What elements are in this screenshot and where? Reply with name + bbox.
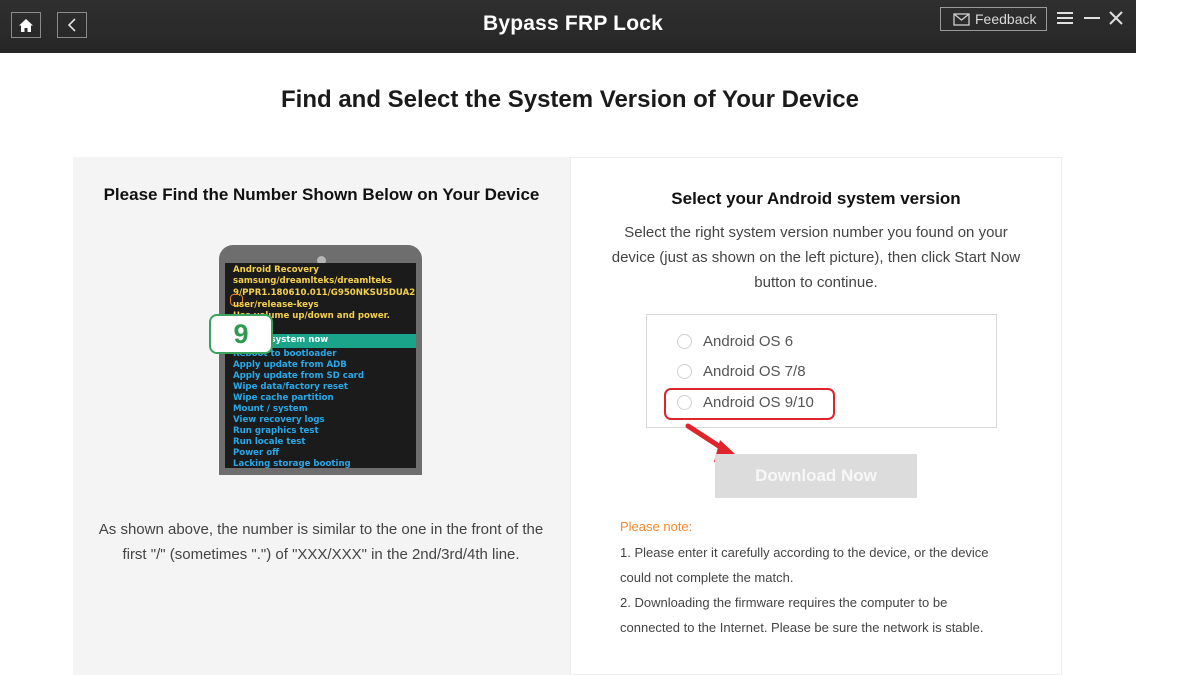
recovery-line: Mount / system [233,404,308,414]
recovery-line: Run graphics test [233,426,319,436]
phone-illustration: Android Recovery samsung/dreamlteks/drea… [219,245,422,475]
option-highlight-frame [664,388,835,420]
recovery-line: Wipe data/factory reset [233,382,348,392]
recovery-line: Lacking storage booting [233,459,351,468]
note-title: Please note: [620,519,693,534]
right-panel-title: Select your Android system version [671,189,961,208]
right-panel: Select your Android system version Selec… [570,157,1062,675]
recovery-line: samsung/dreamlteks/dreamlteks [233,276,393,286]
recovery-line: Wipe cache partition [233,393,334,403]
note-line: 1. Please enter it carefully according t… [620,545,989,560]
page-title: Find and Select the System Version of Yo… [281,86,859,113]
note-line: could not complete the match. [620,570,794,585]
recovery-line-version: 9/PPR1.180610.011/G950NKSU5DUA2 [233,288,416,298]
mail-icon [953,12,970,26]
recovery-line: Run locale test [233,437,306,447]
right-panel-description: Select the right system version number y… [611,224,1021,291]
close-icon[interactable] [1108,10,1124,26]
version-options: Android OS 6 Android OS 7/8 Android OS 9… [646,314,997,428]
option-label: Android OS 7/8 [703,363,806,380]
download-now-button[interactable]: Download Now [715,454,917,498]
note-line: connected to the Internet. Please be sur… [620,620,984,635]
minimize-icon[interactable] [1083,10,1101,26]
option-android-6[interactable]: Android OS 6 [677,333,793,350]
recovery-line: Apply update from SD card [233,371,365,381]
feedback-button[interactable]: Feedback [940,7,1047,31]
radio-button[interactable] [677,364,692,379]
note-line: 2. Downloading the firmware requires the… [620,595,948,610]
recovery-line: View recovery logs [233,415,325,425]
recovery-line: Apply update from ADB [233,360,347,370]
recovery-line: user/release-keys [233,300,319,310]
recovery-line: Android Recovery [233,265,319,275]
recovery-screen: Android Recovery samsung/dreamlteks/drea… [225,263,416,468]
option-label: Android OS 6 [703,333,794,350]
left-panel-title: Please Find the Number Shown Below on Yo… [103,185,540,204]
menu-icon[interactable] [1056,10,1074,26]
feedback-label: Feedback [975,11,1037,27]
left-panel: Please Find the Number Shown Below on Yo… [73,157,570,675]
left-panel-description: As shown above, the number is similar to… [98,521,544,563]
option-android-7-8[interactable]: Android OS 7/8 [677,363,806,380]
version-number-badge: 9 [209,314,273,354]
recovery-line: Power off [233,448,280,458]
radio-button[interactable] [677,334,692,349]
title-bar: Bypass FRP Lock Feedback [0,0,1136,53]
